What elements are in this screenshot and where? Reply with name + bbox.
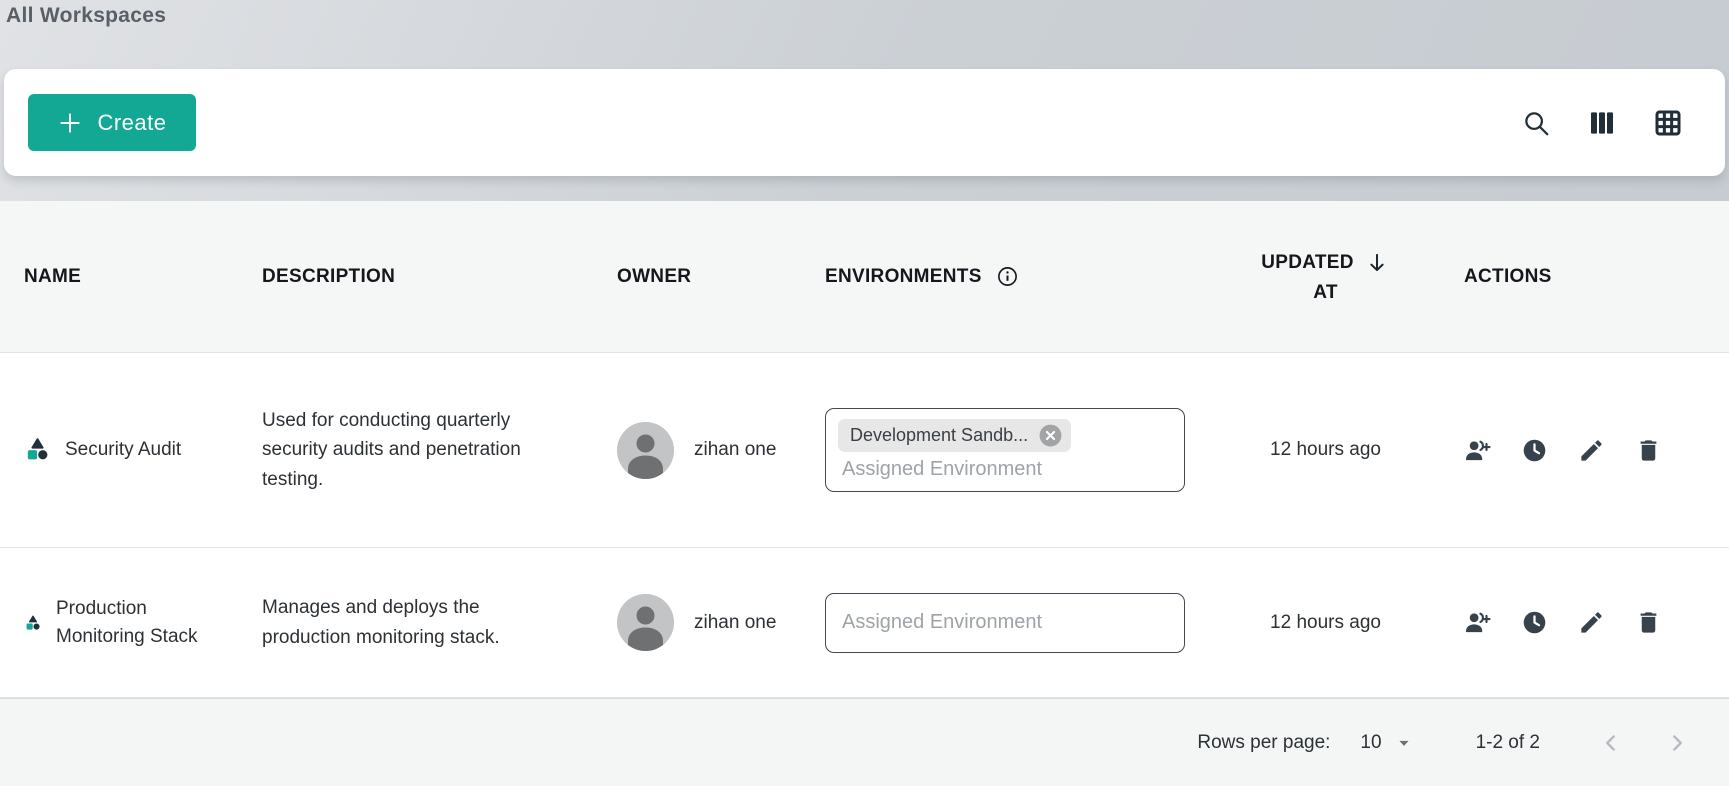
column-header-owner[interactable]: OWNER [593, 201, 801, 352]
updated-at-value: 12 hours ago [1270, 612, 1381, 634]
assigned-environment-input[interactable]: Development Sandb... Assigned Environmen… [825, 408, 1185, 492]
next-page-button[interactable] [1664, 730, 1690, 756]
plus-icon [57, 110, 83, 136]
column-header-environments[interactable]: ENVIRONMENTS [801, 201, 1211, 352]
workspace-name: Security Audit [65, 436, 181, 464]
column-header-name[interactable]: NAME [0, 201, 238, 352]
owner-name: zihan one [694, 612, 776, 634]
table-row: Security Audit Used for conducting quart… [0, 353, 1729, 548]
sort-descending-icon[interactable] [1364, 250, 1390, 276]
pagination-range: 1-2 of 2 [1476, 732, 1540, 754]
owner-cell: zihan one [593, 594, 801, 651]
environment-chip-label: Development Sandb... [850, 425, 1028, 446]
environment-chip[interactable]: Development Sandb... [838, 419, 1071, 452]
workspace-name-cell[interactable]: Security Audit [0, 436, 238, 464]
workspace-description: Used for conducting quarterly security a… [262, 406, 562, 494]
workspace-description: Manages and deploys the production monit… [262, 593, 562, 652]
activity-history-button[interactable] [1521, 609, 1548, 636]
actions-cell [1440, 437, 1729, 464]
delete-button[interactable] [1635, 609, 1662, 636]
workspace-logo-icon [24, 436, 51, 463]
rows-per-page-label: Rows per page: [1197, 732, 1330, 754]
remove-environment-icon[interactable] [1038, 423, 1063, 448]
rows-per-page-value: 10 [1360, 732, 1381, 754]
previous-page-button[interactable] [1598, 730, 1624, 756]
workspaces-table: NAME DESCRIPTION OWNER ENVIRONMENTS UPDA… [0, 201, 1729, 786]
environments-cell: Assigned Environment [801, 593, 1211, 653]
page-title: All Workspaces [6, 4, 1729, 28]
owner-name: zihan one [694, 439, 776, 461]
environment-placeholder: Assigned Environment [838, 458, 1172, 481]
owner-avatar [617, 594, 674, 651]
updated-at-cell: 12 hours ago [1211, 612, 1440, 634]
edit-button[interactable] [1578, 609, 1605, 636]
create-button-label: Create [97, 110, 166, 136]
owner-avatar [617, 422, 674, 479]
environments-cell: Development Sandb... Assigned Environmen… [801, 408, 1211, 492]
add-user-button[interactable] [1464, 609, 1491, 636]
workspace-description-cell: Used for conducting quarterly security a… [238, 406, 593, 494]
chevron-right-icon [1664, 730, 1690, 756]
updated-at-cell: 12 hours ago [1211, 439, 1440, 461]
assigned-environment-input[interactable]: Assigned Environment [825, 593, 1185, 653]
create-button[interactable]: Create [28, 94, 196, 151]
table-header: NAME DESCRIPTION OWNER ENVIRONMENTS UPDA… [0, 201, 1729, 353]
actions-cell [1440, 609, 1729, 636]
toolbar-icons [1519, 106, 1685, 140]
column-header-description[interactable]: DESCRIPTION [238, 201, 593, 352]
chevron-left-icon [1598, 730, 1624, 756]
column-view-icon[interactable] [1585, 106, 1619, 140]
activity-history-button[interactable] [1521, 437, 1548, 464]
toolbar-card: Create [4, 69, 1725, 176]
owner-cell: zihan one [593, 422, 801, 479]
workspace-logo-icon [24, 614, 42, 632]
add-user-button[interactable] [1464, 437, 1491, 464]
top-bar: All Workspaces [0, 0, 1729, 69]
grid-view-icon[interactable] [1651, 106, 1685, 140]
workspace-description-cell: Manages and deploys the production monit… [238, 593, 593, 652]
info-icon[interactable] [996, 265, 1019, 288]
column-header-updated-at[interactable]: UPDATED AT [1211, 201, 1440, 352]
edit-button[interactable] [1578, 437, 1605, 464]
table-row: Production Monitoring Stack Manages and … [0, 548, 1729, 698]
table-pagination: Rows per page: 10 1-2 of 2 [0, 698, 1729, 786]
updated-at-value: 12 hours ago [1270, 439, 1381, 461]
chevron-down-icon [1394, 733, 1414, 753]
column-header-actions: ACTIONS [1440, 201, 1729, 352]
search-icon[interactable] [1519, 106, 1553, 140]
workspace-name: Production Monitoring Stack [56, 595, 221, 650]
workspace-name-cell[interactable]: Production Monitoring Stack [0, 595, 238, 650]
environment-placeholder: Assigned Environment [838, 611, 1172, 634]
delete-button[interactable] [1635, 437, 1662, 464]
rows-per-page-select[interactable]: 10 [1360, 732, 1413, 754]
